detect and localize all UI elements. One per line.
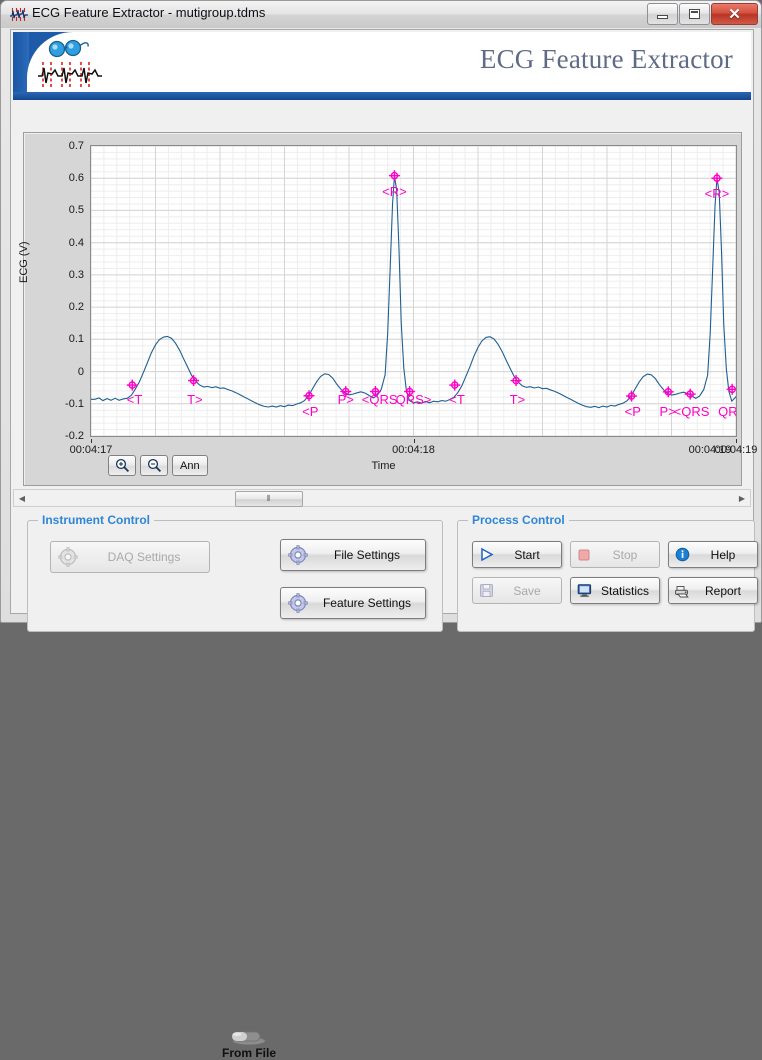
x-tick-mark [413,439,415,443]
stop-button[interactable]: Stop [570,541,660,568]
annotation-button[interactable]: Ann [172,455,208,476]
toggle-label: From File [221,1046,276,1060]
zoom-in-button[interactable] [108,455,136,476]
info-icon [669,547,695,562]
printer-icon [669,583,695,598]
zoom-out-icon [147,458,161,473]
scroll-left-icon[interactable]: ◀ [14,490,30,506]
scrollbar-thumb[interactable]: ⦀ [235,491,303,507]
y-tick-label: 0.3 [68,268,84,281]
window-title: ECG Feature Extractor - mutigroup.tdms [32,5,266,20]
minimize-icon [657,15,668,19]
x-tick-label: 00:04:18 [392,444,435,456]
maximize-button[interactable] [679,3,710,25]
instrument-control-title: Instrument Control [38,513,154,527]
app-banner: ECG Feature Extractor [13,32,751,100]
annotation-button-label: Ann [180,459,200,472]
y-tick-label: 0 [77,365,84,378]
x-tick-label: 00:04:17 [69,444,113,456]
svg-text:QRS>: QRS> [396,392,432,407]
start-button[interactable]: Start [472,541,562,568]
svg-text:T>: T> [510,392,526,407]
report-button[interactable]: Report [668,577,758,604]
stop-label: Stop [612,547,638,562]
zoom-in-icon [115,458,129,473]
zoom-out-button[interactable] [140,455,168,476]
report-label: Report [704,583,742,598]
help-label: Help [710,547,736,562]
y-tick-label: 0.2 [68,301,84,314]
svg-text:<QRS: <QRS [674,404,710,419]
maximize-icon [689,9,700,19]
start-label: Start [514,547,540,562]
title-bar: ECG Feature Extractor - mutigroup.tdms ✕ [1,1,761,28]
floppy-icon [473,583,499,598]
svg-text:QRS>: QRS> [718,404,736,419]
app-window: ECG Feature Extractor - mutigroup.tdms ✕ [0,0,762,1060]
process-control-title: Process Control [468,513,569,527]
gear-icon [281,593,315,613]
close-button[interactable]: ✕ [711,3,758,25]
x-tick-mark [91,439,92,443]
y-axis-label: ECG (V) [18,241,30,283]
statistics-button[interactable]: Statistics [570,577,660,604]
source-toggle[interactable]: From File [214,1029,284,1060]
window-buttons: ✕ [646,3,758,25]
file-settings-label: File Settings [333,548,401,562]
play-icon [473,547,499,562]
plot-area[interactable]: <TT><PP><QRS<R>QRS><TT><PP><QRS<R>QRS> [90,145,737,437]
horizontal-scrollbar[interactable]: ◀ ⦀ ▶ [13,489,751,507]
daq-settings-label: DAQ Settings [107,550,181,564]
app-title: ECG Feature Extractor [479,44,733,74]
gear-icon [51,547,85,567]
ecg-waveform-icon [10,6,28,23]
save-label: Save [513,583,541,598]
scrollbar-track[interactable]: ⦀ [30,490,734,507]
svg-text:<T: <T [127,392,143,407]
banner-bottom-stripe [13,92,751,100]
ecg-graph-panel: ECG (V) 0.7 0.6 0.5 0.4 0.3 0.2 0.1 0 -0.1 -0.2 <… [18,132,757,486]
y-tick-label: -0.1 [65,397,84,410]
instrument-control-group: Instrument Control DAQ Settings From Fil… [27,513,443,1060]
client-area: ECG Feature Extractor ECG (V) 0.7 0.6 0.5 0… [10,29,758,1060]
close-icon: ✕ [728,6,741,23]
svg-text:P>: P> [338,392,354,407]
svg-text:T>: T> [187,392,203,407]
svg-text:<T: <T [449,392,465,407]
feature-settings-button[interactable]: Feature Settings [280,587,426,619]
daq-settings-button[interactable]: DAQ Settings [50,541,210,573]
y-tick-label: 0.5 [68,204,84,217]
scroll-right-icon[interactable]: ▶ [734,490,750,506]
svg-text:<P: <P [625,404,641,419]
svg-text:<R>: <R> [382,184,407,199]
y-axis-ticks: 0.7 0.6 0.5 0.4 0.3 0.2 0.1 0 -0.1 -0.2 [34,133,98,442]
monitor-icon [571,583,597,598]
svg-text:<R>: <R> [705,186,730,201]
y-tick-label: 0.1 [68,333,84,346]
toggle-switch[interactable] [229,1029,269,1045]
svg-text:<P: <P [302,404,318,419]
gear-icon [281,545,315,565]
x-tick-mark [736,439,737,443]
statistics-label: Statistics [600,583,649,598]
minimize-button[interactable] [647,3,678,25]
y-tick-label: 0.4 [68,236,84,249]
ecg-trace-svg: <TT><PP><QRS<R>QRS><TT><PP><QRS<R>QRS> [91,146,736,436]
stop-icon [571,548,597,562]
svg-text:<QRS: <QRS [362,392,398,407]
graph-toolbar: Ann [108,455,208,476]
ecg-glasses-logo [38,38,114,90]
save-button[interactable]: Save [472,577,562,604]
y-tick-label: 0.7 [68,140,84,152]
help-button[interactable]: Help [668,541,758,568]
process-control-group: Process Control Start Stop Help Save Sta… [457,513,758,632]
file-settings-button[interactable]: File Settings [280,539,426,571]
y-tick-label: 0.6 [68,172,84,185]
x-tick-label: 00:04:19 [688,444,732,456]
feature-settings-label: Feature Settings [322,596,412,610]
